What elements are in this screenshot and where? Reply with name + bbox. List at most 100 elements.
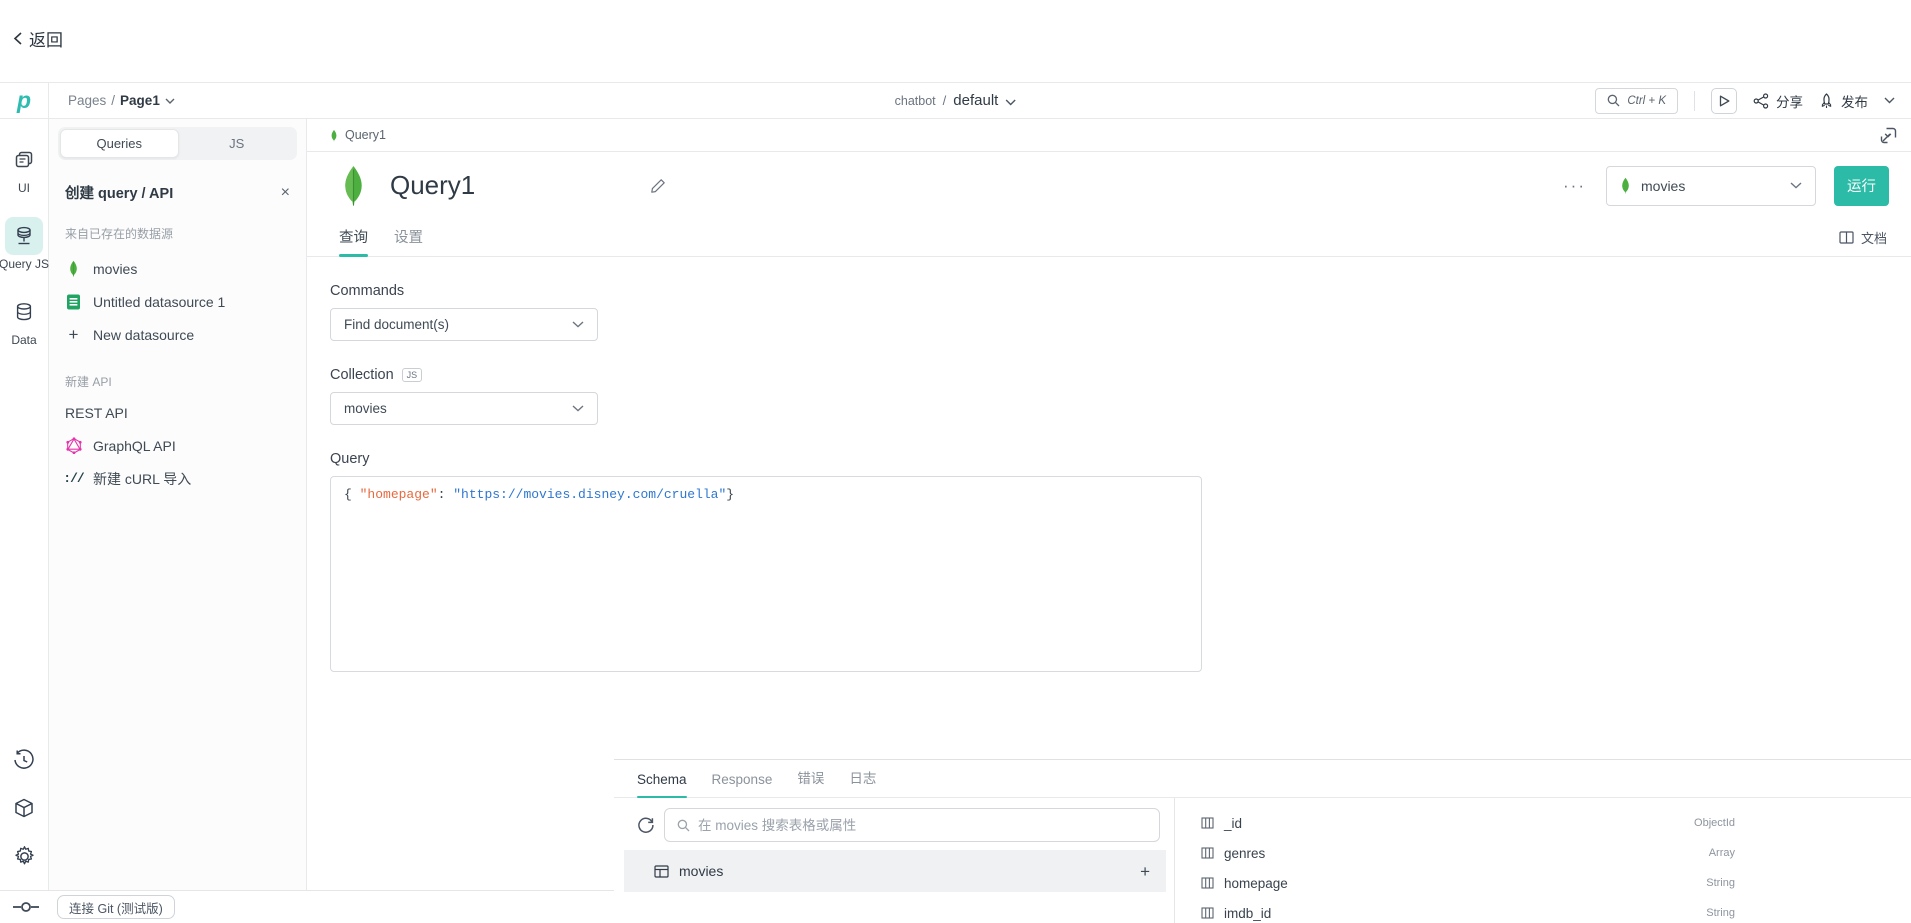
tab-response[interactable]: Response [712,772,773,797]
rocket-icon [1819,93,1834,109]
edit-pencil-icon[interactable] [650,178,666,194]
commands-select[interactable]: Find document(s) [330,308,598,341]
field-name: _id [1224,816,1242,831]
header: p Pages / Page1 chatbot / default Ctrl +… [0,82,1911,119]
rail-item-ui[interactable]: UI [5,141,43,195]
rail-item-label: UI [18,181,30,195]
breadcrumb-sep: / [111,93,115,108]
tab-logs[interactable]: 日志 [849,767,876,797]
tab-schema[interactable]: Schema [637,772,687,797]
share-button[interactable]: 分享 [1753,91,1803,111]
js-toggle-badge[interactable]: JS [402,368,423,383]
pageplug-logo-icon: p [17,89,31,112]
schema-field-row[interactable]: imdb_id String [1201,898,1735,923]
package-cube-icon[interactable] [13,797,35,819]
app-name: chatbot [895,94,936,108]
graphql-icon [65,437,82,454]
back-button[interactable]: 返回 [12,26,63,51]
collection-select[interactable]: movies [330,392,598,425]
deploy-button[interactable]: 发布 [1819,91,1868,111]
schema-field-row[interactable]: homepage String [1201,868,1735,898]
query-breadcrumb-label[interactable]: Query1 [345,128,386,142]
search-icon [1607,94,1620,107]
api-item-graphql[interactable]: GraphQL API [65,429,290,462]
editor-rail: UI Query JS Data [0,119,49,890]
rail-item-query-js[interactable]: Query JS [0,217,49,271]
breadcrumb[interactable]: Pages / Page1 [68,93,175,108]
chevron-down-icon [1005,99,1016,106]
collection-label: Collection [330,367,394,383]
field-type: String [1706,907,1735,919]
new-datasource-button[interactable]: + New datasource [65,318,290,351]
app-name-sep: / [943,93,947,108]
share-icon [1753,93,1769,109]
datasource-name: movies [93,261,137,277]
query-editor-main: Query1 Query1 ··· movies [307,119,1911,890]
api-item-curl-import[interactable]: :// 新建 cURL 导入 [65,462,290,495]
schema-search-input[interactable] [698,818,1147,833]
query-code-editor[interactable]: { "homepage": "https://movies.disney.com… [330,476,1202,672]
schema-field-row[interactable]: genres Array [1201,838,1735,868]
docs-link[interactable]: 文档 [1839,228,1887,256]
new-api-section-label: 新建 API [65,373,290,390]
chevron-down-icon [165,98,175,104]
datasource-select[interactable]: movies [1606,166,1816,206]
app-logo[interactable]: p [0,83,49,118]
header-actions: Ctrl + K 分享 发布 [1595,88,1895,114]
query-title[interactable]: Query1 [390,170,475,201]
settings-gear-icon[interactable] [13,845,36,868]
collection-select-value: movies [344,401,572,416]
search-shortcut-label: Ctrl + K [1627,95,1666,107]
preview-play-button[interactable] [1711,88,1737,114]
code-string-value: "https://movies.disney.com/cruella" [453,487,726,502]
schema-field-row[interactable]: _id ObjectId [1201,808,1735,838]
breadcrumb-root: Pages [68,93,106,108]
refresh-icon[interactable] [637,816,655,834]
play-icon [1719,95,1730,107]
schema-table-name: movies [679,863,1130,879]
tab-queries[interactable]: Queries [60,129,179,158]
datasource-item-movies[interactable]: movies [65,252,290,285]
more-actions-icon[interactable]: ··· [1563,176,1586,196]
close-icon[interactable]: × [281,184,290,202]
query-breadcrumb-bar: Query1 [307,119,1911,152]
run-button[interactable]: 运行 [1834,166,1889,206]
back-label: 返回 [29,26,63,51]
docs-label: 文档 [1861,228,1887,247]
schema-body: movies + _id ObjectId genres Array [614,798,1911,923]
tab-query[interactable]: 查询 [339,226,368,256]
tab-js[interactable]: JS [179,129,296,158]
rail-item-label: Data [11,333,36,347]
schema-left-column: movies + [614,798,1175,923]
schema-fields-list: _id ObjectId genres Array homepage Strin… [1175,798,1735,923]
app-title-group[interactable]: chatbot / default [895,92,1017,109]
tab-settings[interactable]: 设置 [394,226,423,256]
breadcrumb-page: Page1 [120,93,160,108]
history-icon[interactable] [13,749,35,771]
schema-table-row-movies[interactable]: movies + [624,850,1166,892]
environment-name: default [953,92,998,109]
google-sheets-icon [65,294,82,310]
datasource-item-untitled-1[interactable]: Untitled datasource 1 [65,285,290,318]
code-colon: : [438,487,454,502]
field-name: imdb_id [1224,906,1271,921]
chevron-down-icon [572,321,584,328]
chevron-down-icon [572,405,584,412]
mongodb-leaf-icon [330,129,338,142]
add-query-plus-icon[interactable]: + [1140,863,1150,880]
response-panel-tabs: Schema Response 错误 日志 × [614,760,1911,798]
omnibar-search-button[interactable]: Ctrl + K [1595,88,1678,114]
rail-item-data[interactable]: Data [5,293,43,347]
rail-bottom-group [13,749,36,890]
connect-git-button[interactable]: 连接 Git (测试版) [57,895,175,919]
column-icon [1201,877,1214,889]
api-item-rest[interactable]: REST API [65,396,290,429]
deploy-menu-chevron-icon[interactable] [1884,97,1895,104]
field-type: Array [1709,847,1735,859]
datasource-name: Untitled datasource 1 [93,294,225,310]
code-brace-close: } [726,487,734,502]
tab-errors[interactable]: 错误 [797,767,824,797]
schema-search-box [664,808,1160,842]
collapse-panel-icon[interactable] [1880,127,1897,144]
data-database-icon [5,293,43,331]
